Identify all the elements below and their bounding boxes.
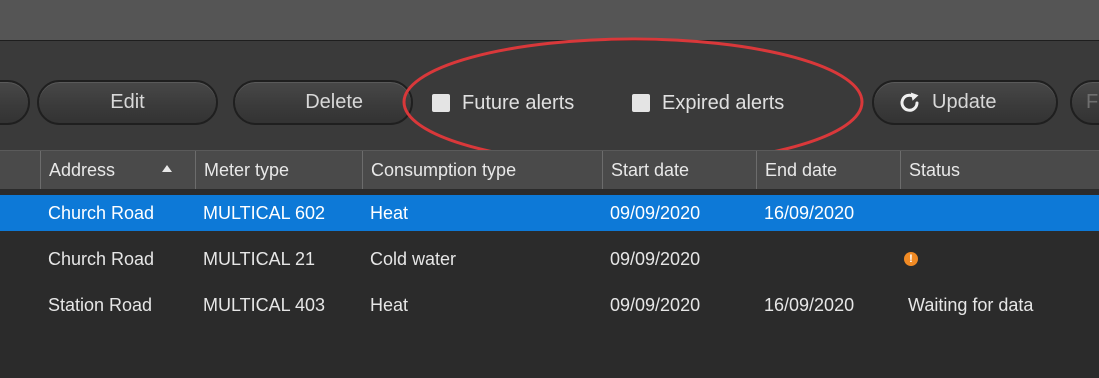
table-row[interactable]: Church Road MULTICAL 602 Heat 09/09/2020… [0, 195, 1099, 231]
update-button[interactable]: Update [872, 80, 1058, 125]
update-button-label: Update [932, 91, 997, 113]
delete-button[interactable]: Delete [233, 80, 413, 125]
top-bar [0, 0, 1099, 40]
expired-alerts-checkbox-box[interactable] [632, 94, 650, 112]
column-header-start-date[interactable]: Start date [602, 151, 756, 189]
cell-meter-type: MULTICAL 602 [203, 203, 326, 223]
column-header-status[interactable]: Status [900, 151, 1099, 189]
column-header-end-date-label: End date [765, 160, 838, 180]
delete-button-label: Delete [305, 91, 363, 113]
cell-start-date: 09/09/2020 [610, 249, 701, 269]
sort-ascending-icon [162, 165, 172, 172]
edit-button[interactable]: Edit [37, 80, 218, 125]
column-header-meter-type[interactable]: Meter type [195, 151, 362, 189]
expired-alerts-checkbox[interactable]: Expired alerts [632, 89, 784, 117]
column-header-address-label: Address [49, 160, 116, 180]
table-row[interactable]: Church Road MULTICAL 21 Cold water 09/09… [0, 241, 1099, 277]
column-header-consumption-type-label: Consumption type [371, 160, 517, 180]
cell-address: Church Road [48, 203, 155, 223]
table-row[interactable]: Station Road MULTICAL 403 Heat 09/09/202… [0, 287, 1099, 323]
cell-address: Station Road [48, 295, 153, 315]
refresh-icon [898, 91, 922, 115]
future-alerts-checkbox[interactable]: Future alerts [432, 89, 574, 117]
cell-consumption-type: Cold water [370, 249, 457, 269]
column-header-start-date-label: Start date [611, 160, 690, 180]
cell-meter-type: MULTICAL 403 [203, 295, 326, 315]
warning-icon: ! [904, 252, 918, 266]
cell-meter-type: MULTICAL 21 [203, 249, 316, 269]
cell-start-date: 09/09/2020 [610, 295, 701, 315]
edit-button-label: Edit [110, 91, 145, 113]
cell-status: Waiting for data [908, 295, 1034, 315]
cell-start-date: 09/09/2020 [610, 203, 701, 223]
column-header-consumption-type[interactable]: Consumption type [362, 151, 602, 189]
column-header-status-label: Status [909, 160, 961, 180]
future-alerts-label: Future alerts [462, 91, 575, 114]
cell-end-date: 16/09/2020 [764, 203, 855, 223]
column-header-end-date[interactable]: End date [756, 151, 900, 189]
future-alerts-checkbox-box[interactable] [432, 94, 450, 112]
table-header: Address Meter type Consumption type Star… [0, 150, 1099, 189]
cell-consumption-type: Heat [370, 203, 409, 223]
next-toolbar-button-label: F [1086, 91, 1099, 113]
cell-consumption-type: Heat [370, 295, 409, 315]
expired-alerts-label: Expired alerts [662, 91, 785, 114]
column-header-meter-type-label: Meter type [204, 160, 290, 180]
column-header-address[interactable]: Address [40, 151, 195, 189]
cell-end-date: 16/09/2020 [764, 295, 855, 315]
cell-address: Church Road [48, 249, 155, 269]
